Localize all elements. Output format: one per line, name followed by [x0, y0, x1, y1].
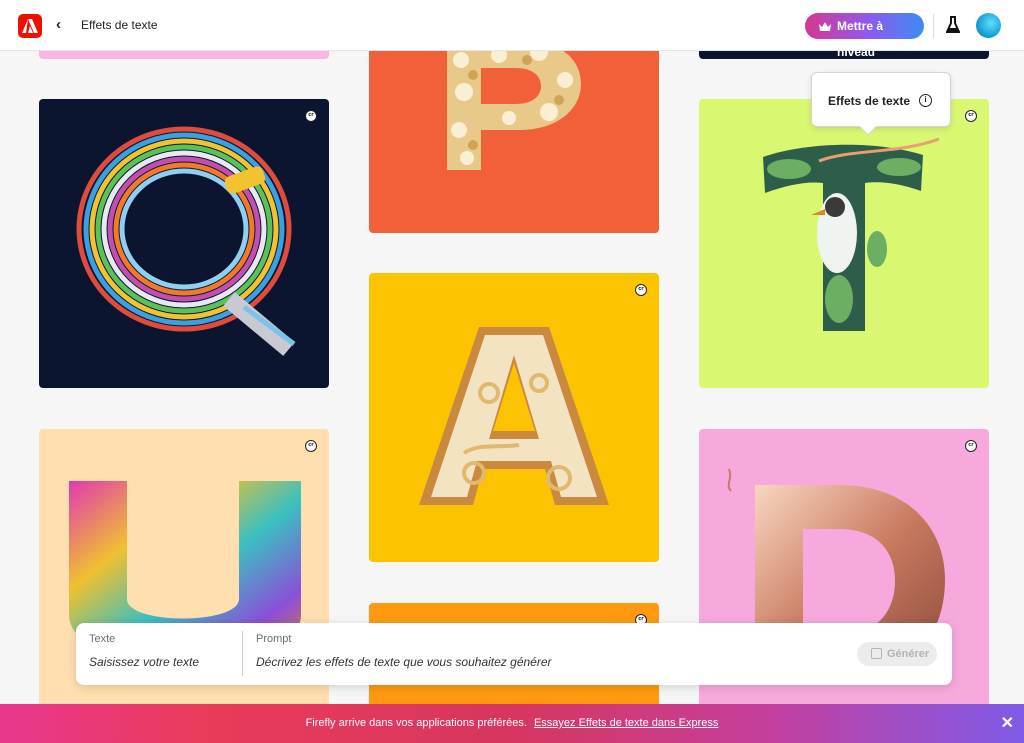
info-icon[interactable]: i [919, 94, 932, 107]
generate-icon [871, 648, 882, 659]
banner-link[interactable]: Essayez Effets de texte dans Express [534, 717, 718, 729]
prompt-input[interactable]: Décrivez les effets de texte que vous so… [256, 655, 552, 669]
gallery-card-t[interactable]: cr [699, 99, 989, 388]
content-credentials-badge[interactable]: cr [305, 440, 317, 452]
generate-label: Générer [887, 648, 930, 660]
prompt-bar: Texte Saisissez votre texte Prompt Décri… [76, 623, 952, 685]
app-header: ‹ Effets de texte Mettre à niveau [0, 0, 1024, 59]
flask-icon[interactable] [946, 16, 960, 34]
banner-message: Firefly arrive dans vos applications pré… [305, 717, 527, 729]
prompt-bar-divider [242, 631, 243, 676]
content-credentials-badge[interactable]: cr [635, 284, 647, 296]
letter-q-art [76, 126, 296, 356]
tooltip-label: Effets de texte [828, 94, 911, 108]
page-title: Effets de texte [81, 18, 158, 32]
promo-banner: Firefly arrive dans vos applications pré… [0, 704, 1024, 743]
upgrade-button[interactable]: Mettre à niveau [805, 13, 924, 59]
letter-t-art [763, 137, 940, 331]
content-credentials-badge[interactable]: cr [965, 110, 977, 122]
effects-tooltip: Effets de texte i [811, 72, 951, 136]
generate-button[interactable]: Générer [857, 642, 937, 666]
prompt-field-label: Prompt [256, 633, 292, 645]
gallery-card-q[interactable]: cr [39, 99, 329, 388]
crown-icon [819, 22, 831, 31]
text-field-label: Texte [89, 633, 116, 645]
content-credentials-badge[interactable]: cr [965, 440, 977, 452]
avatar[interactable] [976, 13, 1001, 38]
gallery-card-a[interactable]: cr [369, 273, 659, 562]
header-divider [933, 14, 934, 38]
close-icon[interactable]: ✕ [1001, 704, 1014, 743]
text-input[interactable]: Saisissez votre texte [89, 655, 199, 669]
letter-a-art [419, 327, 609, 505]
chevron-left-icon[interactable]: ‹ [56, 16, 61, 34]
adobe-logo-icon[interactable] [18, 14, 42, 38]
content-credentials-badge[interactable]: cr [305, 110, 317, 122]
